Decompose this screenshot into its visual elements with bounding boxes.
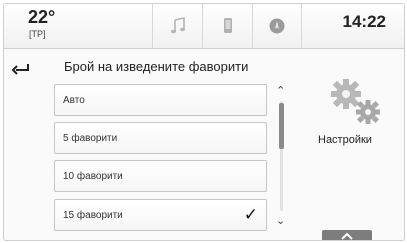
music-note-icon [170, 17, 185, 34]
checkmark-icon: ✓ [243, 205, 258, 224]
infotainment-screen: 22° [TP] 14:22 Брой на изведените фавори… [3, 3, 405, 241]
clock: 14:22 [342, 12, 386, 31]
navigation-icon [269, 18, 285, 34]
list-item-label: 5 фаворити [63, 132, 118, 144]
list-item-label: 10 фаворити [63, 170, 123, 182]
tab-phone[interactable] [202, 4, 252, 48]
status-bar: 22° [TP] 14:22 [4, 4, 404, 49]
scroll-down-icon[interactable]: ⌄ [276, 214, 285, 227]
list-item-15-favorites[interactable]: 15 фаворити ✓ [54, 199, 267, 231]
tab-navigation[interactable] [252, 4, 302, 48]
back-button[interactable] [10, 59, 32, 77]
temperature-unit: [TP] [29, 29, 46, 39]
expand-handle-button[interactable] [322, 230, 372, 240]
list-item-5-favorites[interactable]: 5 фаворити [54, 122, 267, 154]
list-item-label: Авто [63, 94, 85, 106]
list-item-auto[interactable]: Авто [54, 84, 267, 116]
scrollbar-thumb[interactable] [279, 103, 284, 149]
settings-button[interactable]: Настройки [306, 74, 404, 174]
tab-audio[interactable] [152, 4, 202, 48]
chevron-up-icon [341, 232, 353, 240]
scroll-up-icon[interactable]: ⌃ [276, 84, 285, 97]
list-item-label: 15 фаворити [63, 209, 123, 221]
phone-icon [223, 18, 232, 33]
back-arrow-icon [11, 64, 29, 75]
list-item-10-favorites[interactable]: 10 фаворити [54, 160, 267, 192]
page-title: Брой на изведените фаворити [64, 59, 249, 74]
gears-icon [328, 76, 384, 128]
settings-label: Настройки [318, 134, 372, 146]
temperature-display[interactable]: 22° [28, 7, 55, 28]
